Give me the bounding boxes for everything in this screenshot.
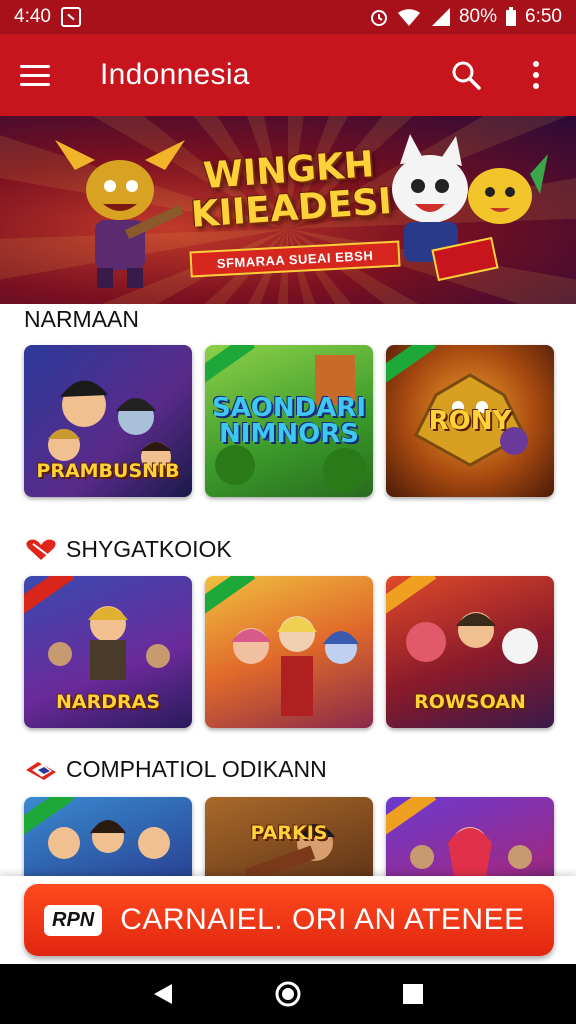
game-tile[interactable]: NARDRAS [24, 576, 192, 728]
heart-icon [26, 539, 56, 560]
app-bar: Indonnesia [0, 34, 576, 116]
menu-icon[interactable] [20, 53, 64, 97]
system-nav-bar [0, 964, 576, 1024]
cta-badge: RPN [44, 904, 103, 936]
section-title: NARMAAN [24, 306, 140, 332]
more-vert-icon[interactable] [516, 55, 556, 95]
tile-title: RONY [428, 406, 512, 436]
signal-icon [431, 8, 450, 26]
wifi-icon [397, 9, 420, 26]
tile-title: SAONDARI NIMNORS [211, 393, 367, 449]
game-tile[interactable]: RONY [386, 345, 554, 497]
battery-icon [506, 7, 517, 26]
flag-icon [26, 761, 56, 780]
game-row: PRAMBUSNIB SAONDARI NIMNORS RONY [24, 345, 554, 497]
game-tile[interactable] [205, 576, 373, 728]
section-header: SHYGATKOIOK [24, 536, 232, 563]
mascot-characters-illustration [392, 134, 548, 282]
home-icon[interactable] [268, 974, 308, 1014]
cta-button[interactable]: RPN CARNAIEL. ORI AN ATENEE [24, 884, 554, 956]
promo-banner[interactable]: WINGKH KIIEADESI SFMARAA SUEAI EBSH [0, 116, 576, 304]
game-tile[interactable]: ROWSOAN [386, 576, 554, 728]
game-tile[interactable]: SAONDARI NIMNORS [205, 345, 373, 497]
search-icon[interactable] [446, 55, 486, 95]
section-title: COMPHATIOL ODIKANN [66, 756, 327, 782]
notification-icon [60, 7, 81, 27]
section-header: NARMAAN [24, 306, 139, 333]
recents-icon[interactable] [393, 974, 433, 1014]
dragon-warrior-illustration [55, 140, 185, 288]
banner-title: WINGKH KIIEADESI [189, 144, 393, 236]
status-time: 4:40 [14, 6, 51, 27]
page-title: Indonnesia [100, 58, 250, 91]
status-clock: 6:50 [525, 6, 562, 27]
tile-title: NARDRAS [55, 691, 161, 713]
section-title: SHYGATKOIOK [66, 536, 232, 562]
app-screen: 4:40 80% 6:50 Indonnesia WINGKH KIIEADES… [0, 0, 576, 1024]
alarm-icon [370, 10, 387, 26]
tile-title: ROWSOAN [414, 691, 526, 713]
back-icon[interactable] [143, 974, 183, 1014]
battery-percent: 80% [458, 6, 498, 27]
game-tile[interactable]: PRAMBUSNIB [24, 345, 192, 497]
status-bar: 4:40 80% 6:50 [0, 0, 576, 34]
game-row: NARDRAS ROWSOAN [24, 576, 554, 728]
cta-bar: RPN CARNAIEL. ORI AN ATENEE [0, 876, 576, 964]
cta-label: CARNAIEL. ORI AN ATENEE [120, 903, 525, 936]
tile-title: PRAMBUSNIB [36, 460, 180, 482]
heroines-artwork [231, 616, 359, 716]
section-header: COMPHATIOL ODIKANN [24, 756, 327, 783]
tile-title: PARKIS [250, 822, 328, 844]
